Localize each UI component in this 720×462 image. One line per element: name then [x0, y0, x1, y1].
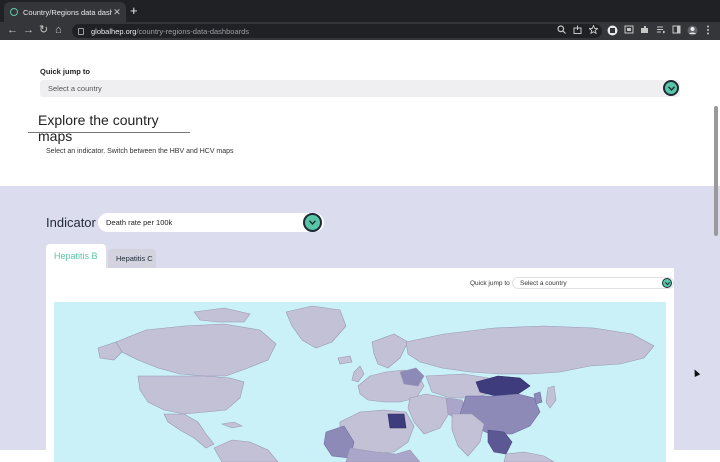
browser-toolbar: ← → ↻ ⌂ globalhep.org /country-regions-d…: [0, 22, 720, 40]
quick-jump-label: Quick jump to: [40, 67, 91, 76]
tab-hepatitis-c[interactable]: Hepatitis C: [108, 249, 156, 268]
map-region-greenland: [285, 305, 347, 349]
map-region-caribbean: [220, 421, 243, 429]
new-tab-button[interactable]: +: [130, 4, 138, 18]
tab-label: Hepatitis B: [54, 251, 98, 261]
chevron-down-icon[interactable]: [303, 213, 322, 232]
map-region-usa: [137, 375, 245, 415]
map-card: Hepatitis B Hepatitis C Quick jump to Se…: [46, 244, 674, 462]
instruction-text: Select an indicator. Switch between the …: [46, 148, 234, 155]
map-region-arctic-islands: [193, 307, 251, 323]
playlist-icon[interactable]: [656, 25, 666, 34]
world-map[interactable]: [54, 302, 666, 462]
browser-tab[interactable]: Country/Regions data dashboa ✕: [4, 2, 126, 22]
map-region-uk: [351, 365, 365, 383]
map-region-south-america: [213, 439, 279, 462]
sidebar-icon[interactable]: [672, 25, 681, 34]
map-quick-jump-label: Quick jump to: [470, 280, 510, 287]
quick-jump-placeholder: Select a country: [48, 84, 102, 93]
home-icon[interactable]: ⌂: [55, 23, 62, 38]
url-path: /country-regions-data-dashboards: [136, 26, 250, 36]
map-region-indonesia: [503, 451, 555, 462]
map-panel: Quick jump to Select a country: [46, 268, 674, 462]
map-quick-jump-placeholder: Select a country: [520, 280, 567, 287]
browser-tab-strip: Country/Regions data dashboa ✕ +: [0, 0, 720, 22]
close-tab-icon[interactable]: ✕: [112, 7, 122, 18]
address-bar[interactable]: globalhep.org /country-regions-data-dash…: [72, 24, 602, 38]
tab-title: Country/Regions data dashboa: [23, 7, 112, 17]
indicator-section: Indicator Death rate per 100k Hepatitis …: [0, 186, 720, 462]
map-region-iceland: [337, 355, 353, 365]
map-region-middle-east: [407, 393, 451, 435]
page-scrollbar[interactable]: [714, 106, 718, 236]
map-region-japan: [545, 385, 557, 409]
map-region-russia: [405, 325, 655, 375]
indicator-value: Death rate per 100k: [106, 218, 173, 227]
map-region-canada: [115, 323, 277, 377]
chevron-down-icon[interactable]: [662, 278, 672, 288]
extension-icon[interactable]: [607, 25, 618, 36]
world-map-svg[interactable]: [54, 302, 666, 462]
tab-hepatitis-b[interactable]: Hepatitis B: [46, 244, 106, 268]
puzzle-icon[interactable]: [624, 25, 634, 34]
reload-icon[interactable]: ↻: [39, 23, 48, 38]
star-icon[interactable]: [589, 25, 598, 34]
site-favicon-icon: [10, 8, 18, 16]
map-quick-jump-country-select[interactable]: Select a country: [512, 277, 674, 289]
page-title: Explore the country maps: [38, 112, 159, 144]
map-region-egypt: [387, 413, 407, 429]
chevron-down-icon[interactable]: [663, 80, 679, 96]
menu-icon[interactable]: [706, 25, 710, 35]
search-icon[interactable]: [557, 25, 566, 34]
url-host: globalhep.org: [91, 26, 137, 36]
profile-icon[interactable]: [687, 25, 698, 36]
map-region-mexico: [163, 413, 215, 449]
explore-heading: Explore the country maps: [28, 109, 190, 144]
quick-jump-country-select[interactable]: Select a country: [40, 80, 680, 97]
lock-icon: [78, 27, 84, 35]
map-region-scandinavia: [371, 333, 409, 369]
tab-label: Hepatitis C: [116, 254, 153, 263]
back-icon[interactable]: ←: [7, 23, 18, 38]
extensions-icon[interactable]: [640, 25, 649, 34]
forward-icon[interactable]: →: [23, 23, 34, 38]
indicator-label: Indicator: [46, 215, 96, 230]
share-icon[interactable]: [573, 25, 582, 34]
indicator-select[interactable]: Death rate per 100k: [98, 213, 324, 232]
page-content: Quick jump to Select a country Explore t…: [0, 40, 720, 462]
